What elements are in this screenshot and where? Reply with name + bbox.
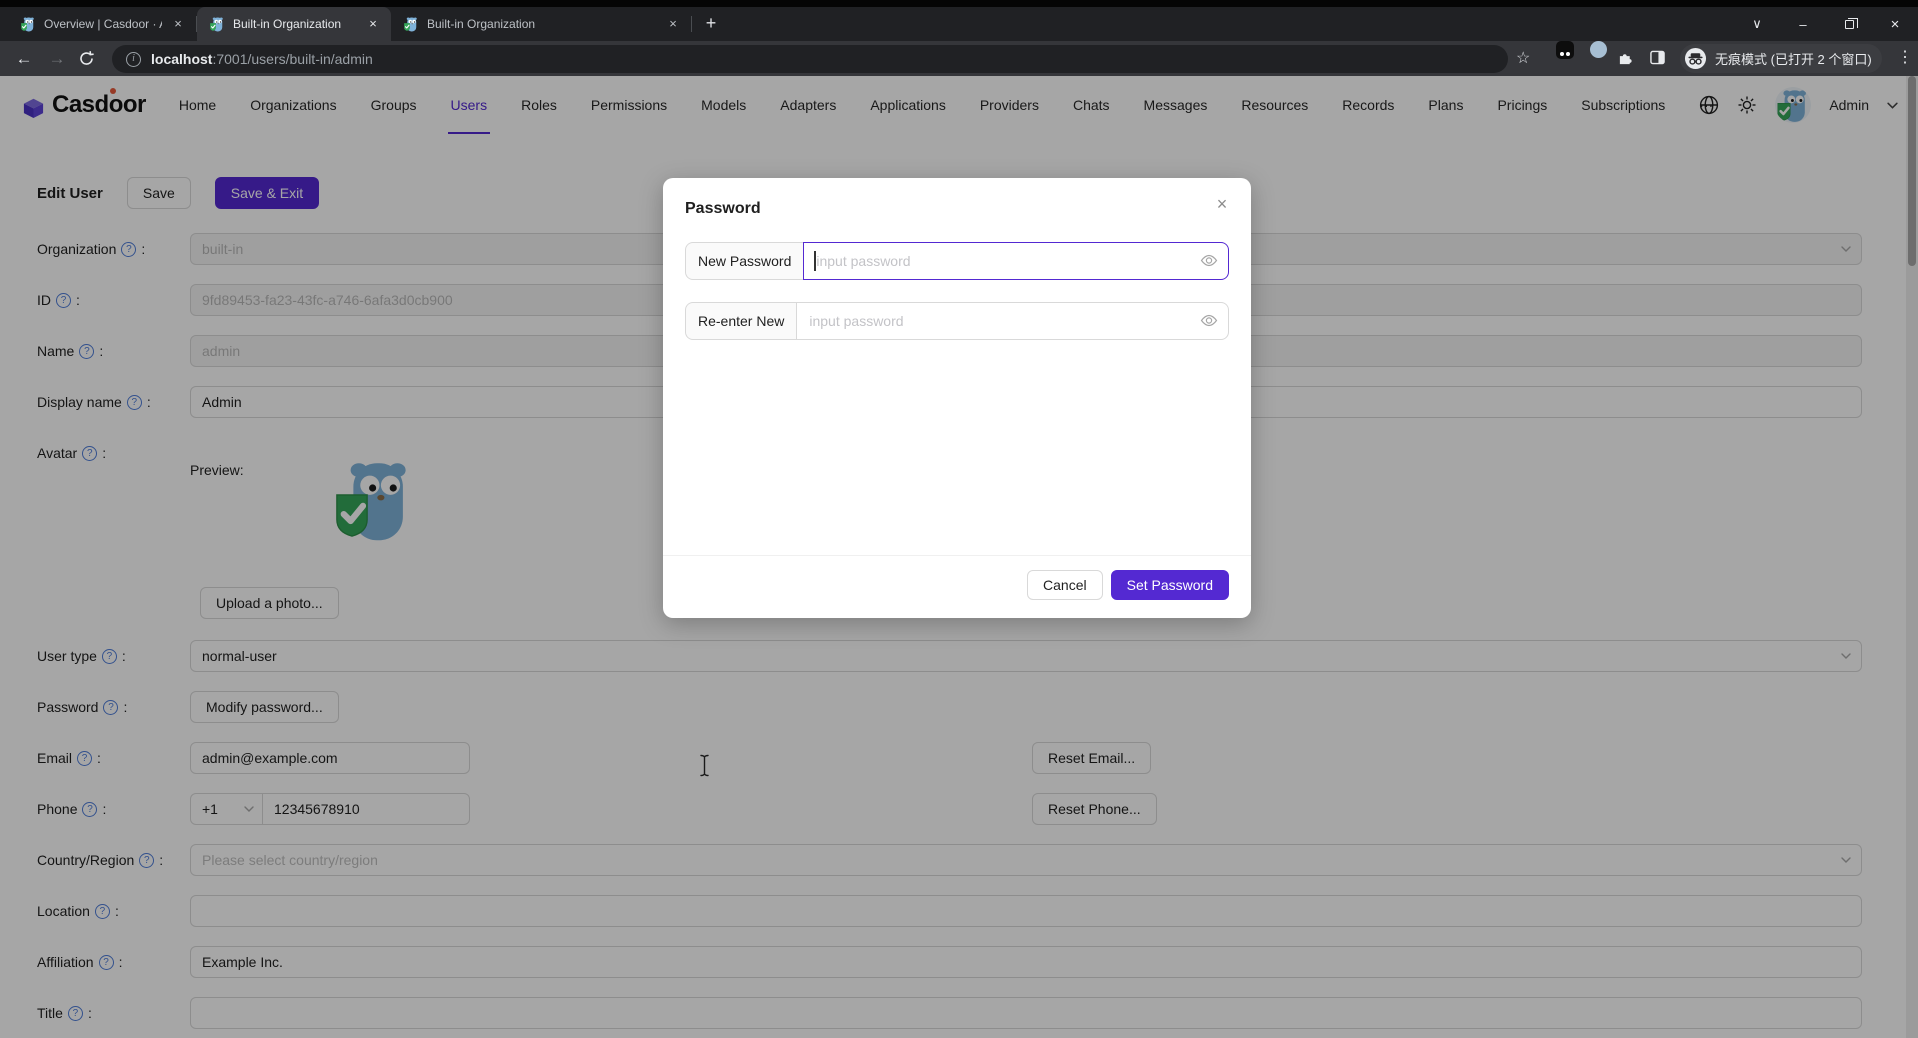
text-caret — [814, 251, 816, 271]
modal-footer-divider — [663, 555, 1251, 556]
incognito-icon — [1684, 47, 1707, 70]
url-text: localhost:7001/users/built-in/admin — [151, 51, 373, 67]
tab-close-icon[interactable]: × — [665, 16, 681, 32]
window-minimize-button[interactable]: – — [1780, 7, 1826, 41]
forward-button[interactable]: → — [43, 45, 71, 73]
browser-toolbar: ← → i localhost:7001/users/built-in/admi… — [0, 41, 1918, 76]
reenter-password-input[interactable] — [796, 302, 1229, 340]
reenter-password-row: Re-enter New — [685, 302, 1229, 340]
incognito-label: 无痕模式 (已打开 2 个窗口) — [1715, 49, 1872, 68]
browser-tab-builtin-org-2[interactable]: Built-in Organization × — [391, 7, 691, 41]
site-info-icon[interactable]: i — [126, 52, 141, 67]
eye-icon[interactable] — [1200, 254, 1218, 267]
url-path: :7001/users/built-in/admin — [212, 51, 372, 67]
eye-icon[interactable] — [1200, 314, 1218, 327]
page-viewport: Casdoor Home Organizations Groups Users … — [0, 76, 1918, 1038]
new-password-input[interactable] — [803, 242, 1229, 280]
tab-close-icon[interactable]: × — [365, 16, 381, 32]
casdoor-favicon-icon — [20, 16, 36, 32]
tab-close-icon[interactable]: × — [170, 16, 186, 32]
bookmark-star-icon[interactable]: ☆ — [1516, 48, 1530, 68]
tab-title: Built-in Organization — [233, 17, 357, 31]
window-frame — [0, 0, 1918, 7]
reenter-password-label: Re-enter New — [685, 302, 796, 340]
tab-title: Built-in Organization — [427, 17, 657, 31]
url-host: localhost — [151, 51, 212, 67]
tab-strip: Overview | Casdoor · An Open × Built-in … — [0, 7, 1918, 41]
tab-divider — [691, 16, 692, 32]
window-close-button[interactable]: × — [1872, 7, 1918, 41]
password-modal: Password × New Password Re-enter New Can… — [663, 178, 1251, 618]
casdoor-favicon-icon — [209, 16, 225, 32]
extension-icon[interactable] — [1556, 41, 1574, 59]
reload-icon — [78, 50, 95, 67]
extension-icon[interactable] — [1590, 41, 1607, 58]
new-tab-button[interactable]: + — [698, 11, 724, 37]
casdoor-favicon-icon — [403, 16, 419, 32]
browser-menu-kebab-icon[interactable]: ⋮ — [1896, 47, 1914, 67]
restore-icon — [1845, 20, 1854, 29]
window-menu-chevron-icon[interactable]: ∨ — [1734, 7, 1780, 41]
cancel-button[interactable]: Cancel — [1027, 570, 1103, 600]
modal-title: Password — [685, 200, 1229, 218]
extensions-puzzle-icon[interactable] — [1618, 50, 1633, 65]
browser-tab-overview[interactable]: Overview | Casdoor · An Open × — [8, 7, 196, 41]
mouse-ibeam-cursor — [698, 754, 711, 777]
side-panel-icon[interactable] — [1650, 50, 1665, 65]
tab-title: Overview | Casdoor · An Open — [44, 17, 162, 31]
reload-button[interactable] — [78, 50, 106, 78]
new-password-row: New Password — [685, 242, 1229, 280]
address-bar[interactable]: i localhost:7001/users/built-in/admin — [112, 45, 1508, 73]
incognito-badge: 无痕模式 (已打开 2 个窗口) — [1680, 44, 1882, 73]
new-password-label: New Password — [685, 242, 803, 280]
window-restore-button[interactable] — [1826, 7, 1872, 41]
set-password-button[interactable]: Set Password — [1111, 570, 1229, 600]
browser-tab-builtin-org-active[interactable]: Built-in Organization × — [197, 7, 391, 41]
modal-close-icon[interactable]: × — [1209, 192, 1235, 218]
back-button[interactable]: ← — [10, 45, 38, 73]
